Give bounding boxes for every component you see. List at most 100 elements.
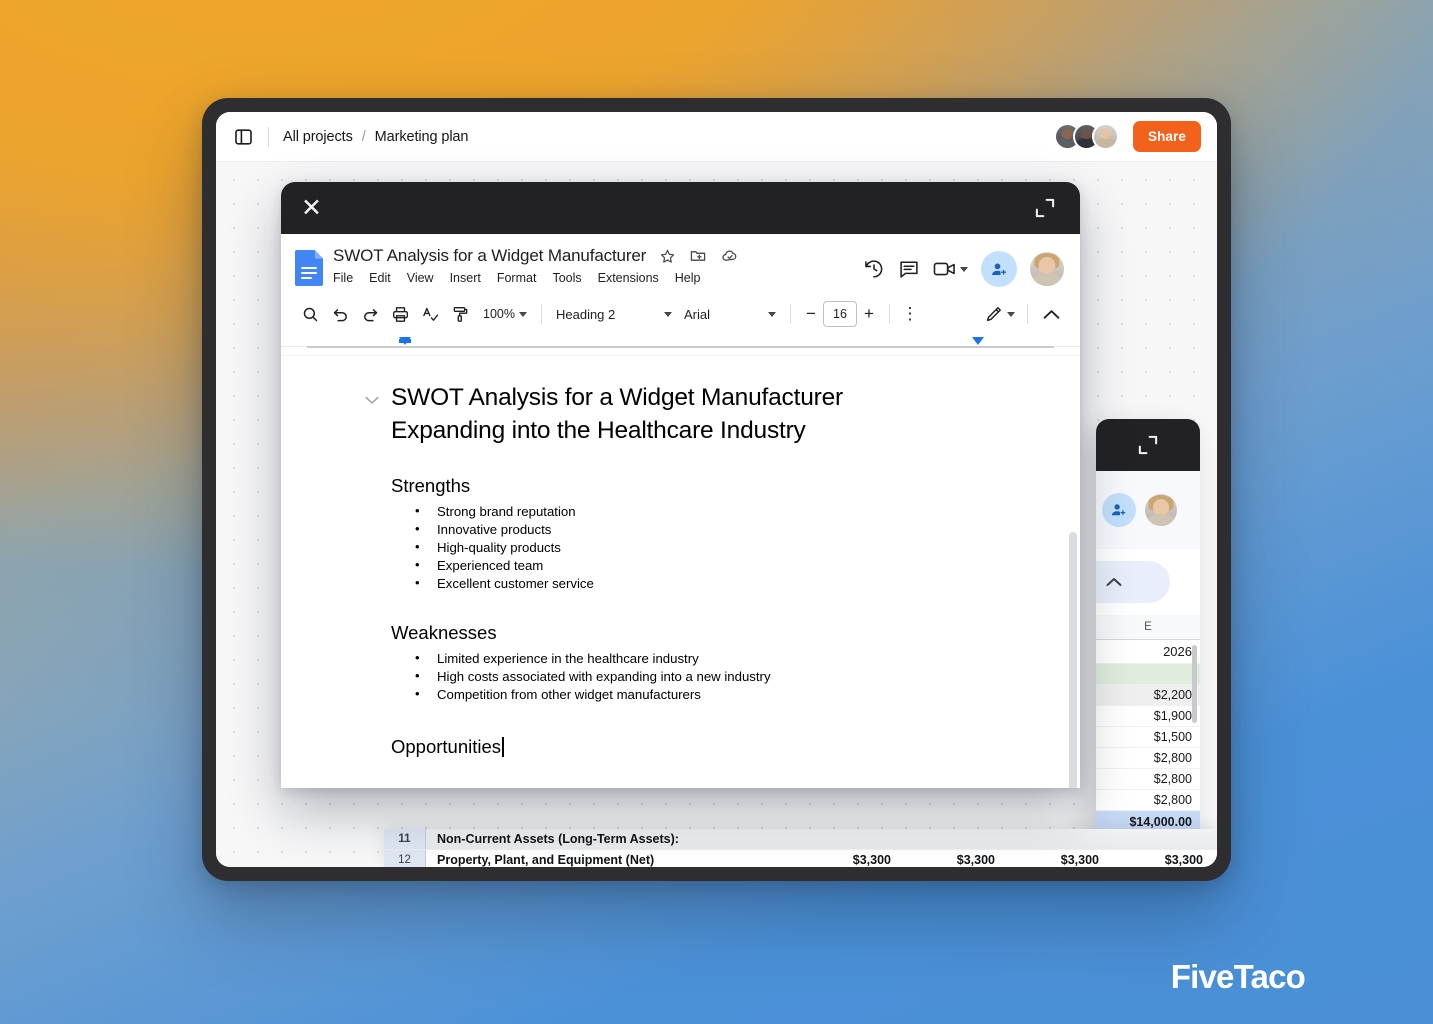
- list-item[interactable]: Excellent customer service: [415, 574, 960, 593]
- app-top-bar: All projects / Marketing plan Share: [216, 112, 1217, 162]
- document-scrollbar[interactable]: [1069, 532, 1077, 788]
- version-history-icon[interactable]: [863, 258, 885, 280]
- document-title[interactable]: SWOT Analysis for a Widget Manufacturer: [333, 246, 646, 266]
- add-person-icon[interactable]: [981, 251, 1017, 287]
- collapse-toolbar-pill[interactable]: [1096, 561, 1170, 603]
- row-value[interactable]: $3,300: [801, 853, 905, 867]
- sheet-year-cell[interactable]: 2026: [1096, 640, 1200, 664]
- right-indent-marker[interactable]: [972, 337, 984, 345]
- background-spreadsheet[interactable]: 11 Non-Current Assets (Long-Term Assets)…: [384, 829, 1217, 867]
- list-item[interactable]: High-quality products: [415, 538, 960, 557]
- heading-1-line-1[interactable]: SWOT Analysis for a Widget Manufacturer: [391, 382, 960, 415]
- sheet-cell[interactable]: $2,800: [1096, 769, 1200, 790]
- chevron-up-icon[interactable]: [1036, 299, 1066, 329]
- font-family-selector[interactable]: Arial: [678, 307, 782, 322]
- menu-help[interactable]: Help: [675, 271, 701, 285]
- row-value[interactable]: $3,300: [1009, 853, 1113, 867]
- sheet-cell-empty[interactable]: [1096, 664, 1200, 685]
- paragraph-style-value: Heading 2: [555, 306, 616, 322]
- account-avatar[interactable]: [1145, 494, 1177, 526]
- expand-fullscreen-icon[interactable]: [1135, 432, 1161, 458]
- zoom-level-selector[interactable]: 100%: [475, 307, 533, 321]
- row-label[interactable]: Non-Current Assets (Long-Term Assets):: [426, 832, 801, 846]
- document-page[interactable]: SWOT Analysis for a Widget Manufacturer …: [281, 355, 1080, 788]
- weaknesses-list: Limited experience in the healthcare ind…: [415, 649, 960, 704]
- paragraph-style-selector[interactable]: Heading 2: [550, 307, 678, 322]
- row-value[interactable]: $3,300: [905, 853, 1009, 867]
- sheet-cell[interactable]: $1,900: [1096, 706, 1200, 727]
- editing-mode-selector[interactable]: [980, 305, 1019, 324]
- star-icon[interactable]: [659, 248, 676, 265]
- account-avatar[interactable]: [1030, 252, 1064, 286]
- sheet-cell[interactable]: $2,800: [1096, 748, 1200, 769]
- document-ruler[interactable]: [281, 335, 1080, 351]
- list-item[interactable]: Strong brand reputation: [415, 502, 960, 521]
- breadcrumb-marketing-plan[interactable]: Marketing plan: [375, 129, 469, 145]
- toolbar-right-group: [980, 299, 1066, 329]
- row-value[interactable]: $3,300: [1113, 853, 1217, 867]
- document-title-block: SWOT Analysis for a Widget Manufacturer …: [365, 382, 960, 448]
- docs-header: SWOT Analysis for a Widget Manufacturer: [281, 234, 1080, 295]
- redo-icon[interactable]: [355, 299, 385, 329]
- column-header-e[interactable]: E: [1096, 615, 1200, 640]
- add-person-icon[interactable]: [1102, 493, 1136, 527]
- row-number: 12: [384, 850, 426, 867]
- menu-extensions[interactable]: Extensions: [598, 271, 659, 285]
- menu-insert[interactable]: Insert: [450, 271, 481, 285]
- comment-icon[interactable]: [898, 258, 920, 280]
- avatar[interactable]: [1091, 123, 1119, 150]
- menu-view[interactable]: View: [407, 271, 434, 285]
- chevron-down-icon: [518, 311, 527, 317]
- paint-format-icon[interactable]: [445, 299, 475, 329]
- font-size-input[interactable]: 16: [822, 301, 857, 327]
- left-indent-marker[interactable]: [399, 337, 411, 345]
- list-item[interactable]: Limited experience in the healthcare ind…: [415, 649, 960, 668]
- row-label[interactable]: Property, Plant, and Equipment (Net): [426, 853, 801, 867]
- document-body[interactable]: SWOT Analysis for a Widget Manufacturer …: [281, 356, 1080, 758]
- fivetaco-watermark: FiveTaco: [1170, 958, 1306, 995]
- google-docs-logo-icon: [295, 250, 323, 286]
- menu-edit[interactable]: Edit: [369, 271, 391, 285]
- sheet-cell[interactable]: $2,800: [1096, 790, 1200, 811]
- background-spreadsheet-window[interactable]: E 2026 $2,200 $1,900 $1,500 $2,800 $2,80…: [1096, 419, 1200, 867]
- strengths-list: Strong brand reputation Innovative produ…: [415, 502, 960, 593]
- menu-file[interactable]: File: [333, 271, 353, 285]
- undo-icon[interactable]: [325, 299, 355, 329]
- increase-font-size-button[interactable]: +: [857, 302, 881, 326]
- table-row[interactable]: 11 Non-Current Assets (Long-Term Assets)…: [384, 829, 1217, 850]
- print-icon[interactable]: [385, 299, 415, 329]
- sidebar-panel-icon[interactable]: [230, 124, 256, 150]
- collaborator-avatars[interactable]: [1053, 123, 1119, 150]
- more-options-icon[interactable]: ⋮: [898, 302, 922, 326]
- breadcrumb-all-projects[interactable]: All projects: [283, 129, 353, 145]
- sheet-cell[interactable]: $1,500: [1096, 727, 1200, 748]
- list-item[interactable]: Innovative products: [415, 520, 960, 539]
- chevron-down-icon: [663, 311, 672, 317]
- decrease-font-size-button[interactable]: −: [799, 302, 823, 326]
- list-item[interactable]: High costs associated with expanding int…: [415, 667, 960, 686]
- cloud-saved-icon[interactable]: [720, 247, 740, 265]
- menu-format[interactable]: Format: [497, 271, 537, 285]
- sheet-scrollbar[interactable]: [1192, 645, 1197, 723]
- share-button[interactable]: Share: [1132, 121, 1201, 152]
- divider: [540, 304, 542, 324]
- list-item[interactable]: Experienced team: [415, 556, 960, 575]
- menu-tools[interactable]: Tools: [552, 271, 581, 285]
- pencil-editing-icon: [986, 306, 1001, 321]
- section-heading-strengths[interactable]: Strengths: [391, 475, 960, 497]
- heading-1-line-2[interactable]: Expanding into the Healthcare Industry: [391, 415, 960, 448]
- list-item[interactable]: Competition from other widget manufactur…: [415, 685, 960, 704]
- sheet-cell[interactable]: $2,200: [1096, 685, 1200, 706]
- google-docs-modal: ✕ SWOT Analysis for a Widget Manufacture…: [281, 182, 1080, 788]
- chevron-down-icon: [960, 266, 968, 272]
- expand-fullscreen-icon[interactable]: [1032, 195, 1058, 221]
- meet-camera-button[interactable]: [933, 259, 968, 279]
- close-icon[interactable]: ✕: [301, 195, 322, 221]
- chevron-down-icon[interactable]: [365, 392, 379, 410]
- move-to-folder-icon[interactable]: [689, 247, 707, 265]
- table-row[interactable]: 12 Property, Plant, and Equipment (Net) …: [384, 850, 1217, 867]
- search-icon[interactable]: [295, 299, 325, 329]
- spellcheck-icon[interactable]: [415, 299, 445, 329]
- section-heading-weaknesses[interactable]: Weaknesses: [391, 622, 960, 644]
- section-heading-opportunities[interactable]: Opportunities: [391, 736, 960, 758]
